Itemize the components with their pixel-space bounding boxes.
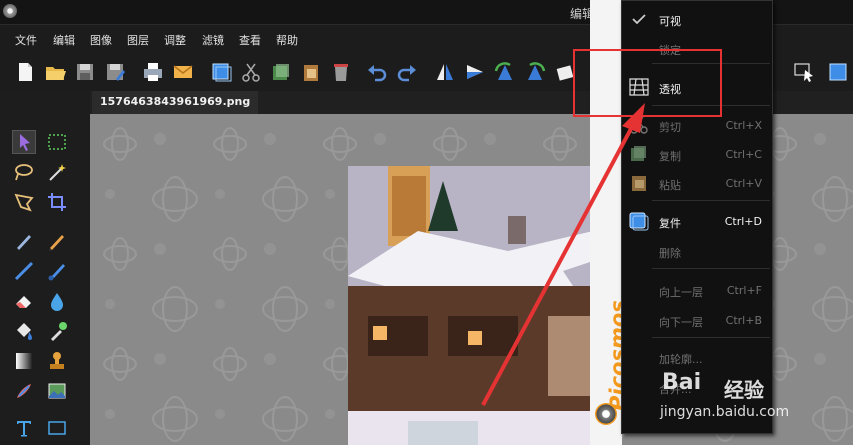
fill-bucket-icon[interactable] bbox=[13, 320, 35, 342]
color-picker-icon[interactable] bbox=[46, 320, 68, 342]
smudge-tool-icon[interactable] bbox=[13, 380, 35, 402]
line-tool-icon[interactable] bbox=[13, 260, 35, 282]
menu-separator bbox=[652, 200, 770, 201]
menu-item-paste[interactable]: 粘贴 Ctrl+V bbox=[622, 169, 772, 197]
menu-view[interactable]: 查看 bbox=[239, 32, 261, 48]
open-folder-icon[interactable] bbox=[44, 61, 66, 83]
menu-image[interactable]: 图像 bbox=[90, 32, 112, 48]
undo-icon[interactable] bbox=[366, 61, 388, 83]
magic-wand-icon[interactable] bbox=[46, 161, 68, 183]
menu-separator bbox=[652, 337, 770, 338]
highlight-box bbox=[573, 49, 722, 117]
rotate-left-icon[interactable] bbox=[494, 61, 516, 83]
pointer-tool-icon[interactable] bbox=[12, 130, 36, 154]
copy-icon[interactable] bbox=[270, 61, 292, 83]
menu-filter[interactable]: 滤镜 bbox=[202, 32, 224, 48]
menu-item-label: 删除 bbox=[659, 247, 681, 260]
flip-horizontal-icon[interactable] bbox=[434, 61, 456, 83]
flip-vertical-icon[interactable] bbox=[464, 61, 486, 83]
menu-help[interactable]: 帮助 bbox=[276, 32, 298, 48]
cut-icon[interactable] bbox=[240, 61, 262, 83]
check-icon bbox=[628, 9, 650, 29]
image-tool-icon[interactable] bbox=[46, 380, 68, 402]
menu-item-shortcut: Ctrl+B bbox=[725, 314, 762, 327]
brush-tool-icon[interactable] bbox=[46, 260, 68, 282]
menu-item-delete[interactable]: 删除 bbox=[622, 237, 772, 265]
menu-layer[interactable]: 图层 bbox=[127, 32, 149, 48]
menu-item-shortcut: Ctrl+F bbox=[726, 284, 762, 297]
layer-icon[interactable] bbox=[210, 61, 232, 83]
menu-adjust[interactable]: 调整 bbox=[164, 32, 186, 48]
menu-item-label: 粘贴 bbox=[659, 179, 681, 192]
gradient-tool-icon[interactable] bbox=[13, 350, 35, 372]
watermark-brand: 经验 bbox=[724, 378, 764, 402]
menu-item-shortcut: Ctrl+C bbox=[725, 148, 762, 161]
snow-house-photo bbox=[348, 166, 593, 445]
layer-panel-icon[interactable] bbox=[827, 61, 849, 83]
crop-tool-icon[interactable] bbox=[46, 191, 68, 213]
menu-item-bring-forward[interactable]: 向上一层 Ctrl+F bbox=[622, 276, 772, 304]
menu-item-shortcut: Ctrl+D bbox=[724, 215, 762, 228]
rectangle-tool-icon[interactable] bbox=[46, 417, 68, 439]
menu-item-label: 复件 bbox=[659, 217, 681, 230]
blur-drop-icon[interactable] bbox=[46, 290, 68, 312]
polygon-lasso-icon[interactable] bbox=[13, 191, 35, 213]
paste-icon[interactable] bbox=[300, 61, 322, 83]
copy-icon bbox=[628, 144, 650, 164]
stamp-tool-icon[interactable] bbox=[46, 350, 68, 372]
scissors-icon bbox=[628, 115, 650, 135]
menu-item-shortcut: Ctrl+X bbox=[725, 119, 762, 132]
menu-file[interactable]: 文件 bbox=[15, 32, 37, 48]
menu-separator bbox=[652, 268, 770, 269]
lasso-tool-icon[interactable] bbox=[13, 161, 35, 183]
marquee-tool-icon[interactable] bbox=[46, 131, 68, 153]
redo-icon[interactable] bbox=[396, 61, 418, 83]
tool-panel bbox=[0, 91, 91, 445]
menu-item-copy[interactable]: 复制 Ctrl+C bbox=[622, 140, 772, 168]
paste-icon bbox=[628, 173, 650, 193]
menu-item-label: 加轮廓... bbox=[659, 353, 703, 366]
rotate-right-icon[interactable] bbox=[524, 61, 546, 83]
menu-item-label: 可视 bbox=[659, 15, 681, 28]
gear-logo-icon[interactable] bbox=[595, 403, 617, 425]
menu-edit[interactable]: 编辑 bbox=[53, 32, 75, 48]
eraser-tool-icon[interactable] bbox=[13, 290, 35, 312]
menu-item-add-outline[interactable]: 加轮廓... bbox=[622, 343, 772, 371]
menu-item-send-backward[interactable]: 向下一层 Ctrl+B bbox=[622, 306, 772, 334]
menu-item-visible[interactable]: 可视 bbox=[622, 5, 772, 33]
text-tool-icon[interactable] bbox=[13, 417, 35, 439]
menu-item-label: 剪切 bbox=[659, 121, 681, 134]
select-tool-icon[interactable] bbox=[793, 61, 815, 83]
watermark-url: jingyan.baidu.com bbox=[660, 404, 790, 420]
menu-item-label: 向上一层 bbox=[659, 286, 703, 299]
app-logo-icon bbox=[3, 4, 17, 18]
menu-item-label: 复制 bbox=[659, 150, 681, 163]
new-file-icon[interactable] bbox=[14, 61, 36, 83]
document-tab[interactable]: 1576463843961969.png bbox=[92, 91, 259, 116]
save-icon[interactable] bbox=[74, 61, 96, 83]
delete-icon[interactable] bbox=[330, 61, 352, 83]
duplicate-icon bbox=[628, 211, 650, 231]
menu-item-label: 向下一层 bbox=[659, 316, 703, 329]
email-icon[interactable] bbox=[172, 61, 194, 83]
print-icon[interactable] bbox=[142, 61, 164, 83]
menu-item-shortcut: Ctrl+V bbox=[725, 177, 762, 190]
layer-photo[interactable] bbox=[348, 166, 593, 445]
menu-item-duplicate[interactable]: 复件 Ctrl+D bbox=[622, 207, 772, 235]
watermark-logo: Bai bbox=[662, 370, 702, 395]
pen-tool-icon[interactable] bbox=[13, 230, 35, 252]
save-as-icon[interactable] bbox=[104, 61, 126, 83]
pencil-tool-icon[interactable] bbox=[46, 230, 68, 252]
